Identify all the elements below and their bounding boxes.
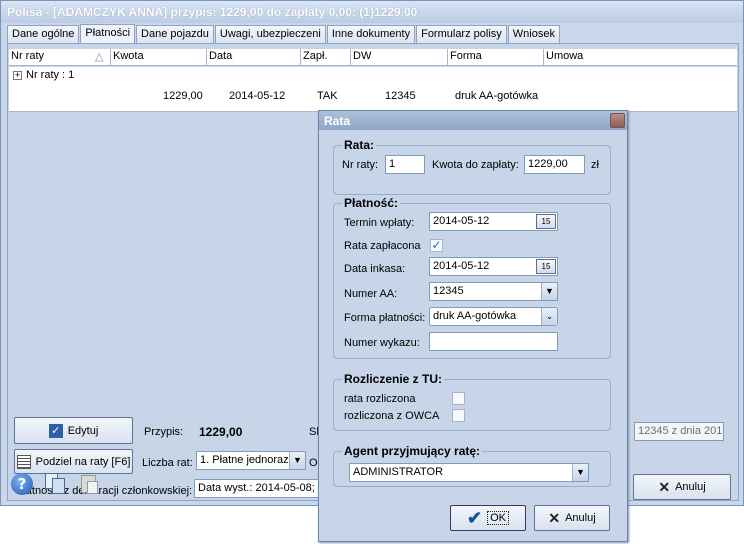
- close-icon: ✕: [548, 509, 561, 526]
- col-dw[interactable]: DW: [351, 49, 448, 66]
- help-icon[interactable]: ?: [11, 473, 33, 495]
- chevron-down-icon: ▼: [572, 464, 588, 481]
- col-nr-raty[interactable]: Nr raty △: [9, 49, 111, 66]
- platnosc-group: Płatność: Termin wpłaty: 2014-05-12 15 R…: [333, 196, 611, 359]
- calendar-icon[interactable]: 15: [536, 259, 556, 274]
- copy-icon[interactable]: [45, 473, 67, 495]
- numer-aa-label: Numer AA:: [344, 288, 398, 300]
- dialog-cancel-button[interactable]: ✕ Anuluj: [534, 505, 610, 531]
- dialog-cancel-label: Anuluj: [565, 512, 596, 524]
- rozliczona-owca-checkbox[interactable]: [452, 409, 465, 422]
- cell-data: 2014-05-12: [229, 90, 286, 102]
- rata-rozliczona-checkbox[interactable]: [452, 392, 465, 405]
- nr-raty-value: 1: [389, 158, 396, 170]
- cell-kwota: 1229,00: [163, 90, 203, 102]
- data-inkasa-input[interactable]: 2014-05-12 15: [429, 257, 558, 276]
- chevron-down-icon: ▼: [541, 283, 557, 300]
- liczba-rat-label: Liczba rat:: [142, 457, 193, 469]
- tab-dane-ogolne[interactable]: Dane ogólne: [7, 25, 80, 43]
- przypis-value: 1229,00: [199, 425, 243, 439]
- group-row[interactable]: + Nr raty : 1: [9, 67, 737, 84]
- kwota-value: 1229,00: [528, 158, 568, 170]
- expand-icon[interactable]: +: [13, 70, 22, 80]
- agent-group-title: Agent przyjmujący ratę:: [342, 444, 483, 458]
- tab-platnosci[interactable]: Płatności: [80, 24, 136, 43]
- rozliczenie-group-title: Rozliczenie z TU:: [342, 372, 445, 386]
- wykaz-label: Numer wykazu:: [344, 337, 420, 349]
- agent-select[interactable]: ADMINISTRATOR ▼: [349, 463, 589, 482]
- tab-inne-dokumenty[interactable]: Inne dokumenty: [326, 25, 416, 43]
- group-label: Nr raty : 1: [26, 69, 75, 81]
- sort-asc-icon: △: [95, 51, 104, 63]
- checkmark-icon: ✔: [467, 508, 483, 528]
- paste-icon[interactable]: [79, 473, 101, 495]
- grid-header: Nr raty △ Kwota Data Zapł. DW Forma Umow…: [9, 49, 737, 66]
- col-umowa[interactable]: Umowa: [544, 49, 737, 66]
- nr-raty-label: Nr raty:: [342, 159, 379, 171]
- edit-button-label: Edytuj: [67, 424, 99, 437]
- agent-value: ADMINISTRATOR: [353, 466, 444, 478]
- chevron-down-icon: ▼: [289, 452, 305, 469]
- installments-count-select[interactable]: 1. Płatne jednorazo ▼: [196, 451, 306, 470]
- dialog-close-button[interactable]: [610, 113, 625, 128]
- calendar-icon[interactable]: 15: [536, 214, 556, 229]
- installments-count-value: 1. Płatne jednorazo: [200, 454, 295, 466]
- window-cancel-label: Anuluj: [675, 481, 706, 493]
- forma-select[interactable]: druk AA-gotówka ⌄: [429, 307, 558, 326]
- rata-group-title: Rata:: [342, 138, 377, 152]
- rata-zaplacona-label: Rata zapłacona: [344, 240, 421, 252]
- data-inkasa-label: Data inkasa:: [344, 263, 406, 275]
- checkmark-icon: ✓: [48, 423, 63, 438]
- tab-uwagi[interactable]: Uwagi, ubezpieczeni: [214, 25, 326, 43]
- forma-value: druk AA-gotówka: [433, 310, 517, 322]
- rozliczenie-group: Rozliczenie z TU: rata rozliczona rozlic…: [333, 372, 611, 431]
- przypis-label: Przypis:: [144, 426, 184, 438]
- platnosc-group-title: Płatność:: [342, 196, 401, 210]
- bottom-toolbar: ?: [7, 471, 327, 501]
- rozliczona-owca-label: rozliczona z OWCA: [344, 410, 440, 422]
- cell-forma: druk AA-gotówka: [455, 90, 539, 102]
- wykaz-input[interactable]: [429, 332, 558, 351]
- rata-rozliczona-label: rata rozliczona: [344, 393, 416, 405]
- tab-formularz-polisy[interactable]: Formularz polisy: [416, 25, 507, 43]
- forma-label: Forma płatności:: [344, 312, 426, 324]
- ok-button[interactable]: ✔ OK: [450, 505, 526, 531]
- tab-wniosek[interactable]: Wniosek: [507, 25, 560, 43]
- nr-raty-input[interactable]: 1: [385, 155, 425, 174]
- termin-input[interactable]: 2014-05-12 15: [429, 212, 558, 231]
- split-button-label: Podziel na raty [F6]: [35, 455, 131, 468]
- col-data[interactable]: Data: [207, 49, 301, 66]
- col-forma[interactable]: Forma: [448, 49, 544, 66]
- edit-button[interactable]: ✓ Edytuj: [14, 417, 133, 444]
- window-cancel-button[interactable]: ✕ Anuluj: [633, 474, 731, 500]
- ok-button-label: OK: [487, 511, 509, 525]
- rata-dialog: Rata Rata: Nr raty: 1 Kwota do zapłaty: …: [318, 110, 628, 542]
- col-nr-raty-label: Nr raty: [11, 50, 44, 62]
- kwota-label: Kwota do zapłaty:: [432, 159, 519, 171]
- chevron-down-icon: ⌄: [541, 308, 557, 325]
- window-title: Polisa - [ADAMCZYK ANNA] przypis: 1229,0…: [1, 1, 743, 23]
- numer-aa-value: 12345: [433, 285, 464, 297]
- dialog-title: Rata: [319, 111, 627, 130]
- cell-dw: 12345: [385, 90, 416, 102]
- rata-group: Rata: Nr raty: 1 Kwota do zapłaty: 1229,…: [333, 138, 611, 195]
- cell-zapl: TAK: [317, 90, 338, 102]
- numer-aa-select[interactable]: 12345 ▼: [429, 282, 558, 301]
- right-doc-field[interactable]: 12345 z dnia 2014: [634, 422, 724, 441]
- right-doc-value: 12345 z dnia 2014: [638, 425, 724, 437]
- table-row[interactable]: 1229,00 2014-05-12 TAK 12345 druk AA-got…: [9, 84, 737, 112]
- split-icon: [16, 454, 31, 469]
- kwota-input[interactable]: 1229,00: [524, 155, 585, 174]
- close-icon: ✕: [658, 478, 671, 495]
- rata-zaplacona-checkbox[interactable]: ✓: [430, 239, 443, 252]
- data-inkasa-value: 2014-05-12: [433, 260, 490, 272]
- col-kwota[interactable]: Kwota: [111, 49, 207, 66]
- col-zapl[interactable]: Zapł.: [301, 49, 351, 66]
- tab-dane-pojazdu[interactable]: Dane pojazdu: [136, 25, 214, 43]
- termin-label: Termin wpłaty:: [344, 217, 415, 229]
- agent-group: Agent przyjmujący ratę: ADMINISTRATOR ▼: [333, 444, 611, 487]
- currency-label: zł: [591, 159, 599, 171]
- tab-strip: Dane ogólne Płatności Dane pojazdu Uwagi…: [7, 24, 561, 43]
- termin-value: 2014-05-12: [433, 215, 490, 227]
